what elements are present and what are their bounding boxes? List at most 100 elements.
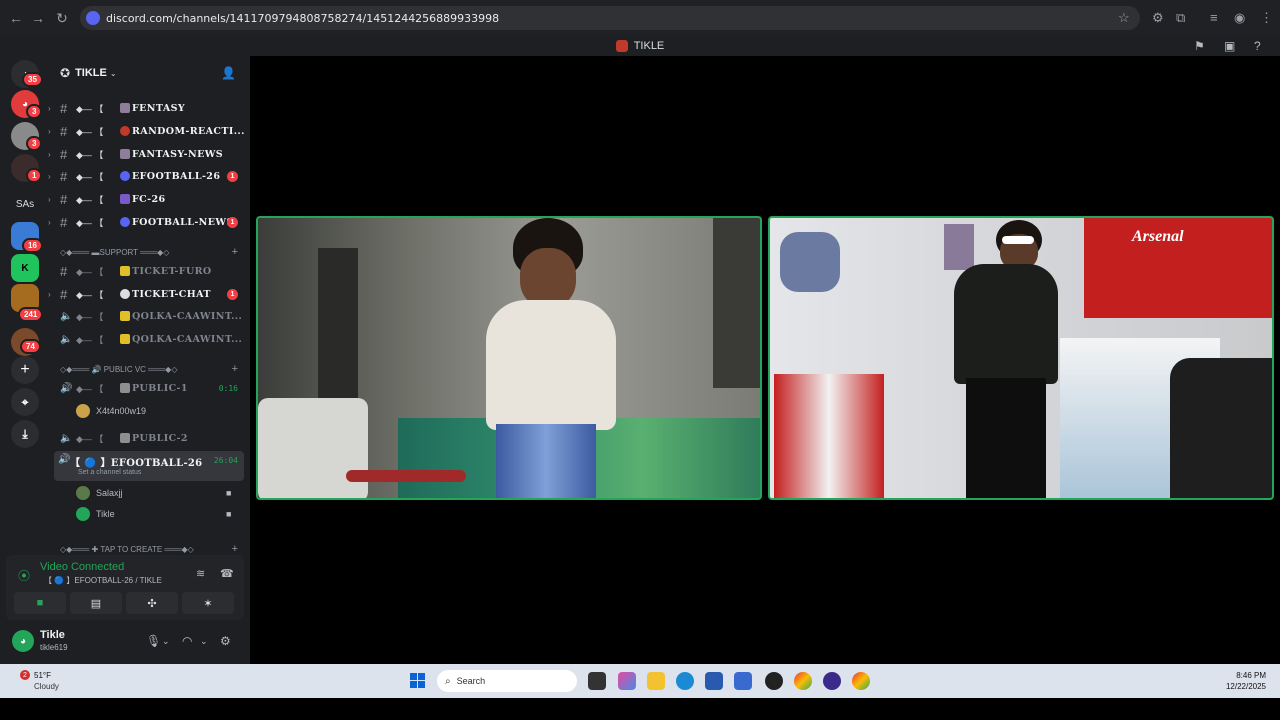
flag-icon[interactable]: ⚑ (1194, 39, 1205, 53)
category-public-vc[interactable]: ◇◆═══ 🔊 PUBLIC VC ═══◆◇ + (60, 362, 246, 376)
soundboard-button[interactable]: ✶ (182, 592, 234, 614)
server-badge: 74 (20, 339, 41, 354)
headphones-icon[interactable]: ◠ (182, 634, 192, 648)
task-view-icon[interactable] (588, 672, 606, 690)
curtain (713, 218, 760, 388)
app-icon[interactable] (765, 672, 783, 690)
category-tap-to-create[interactable]: ◇◆═══ ✚ TAP TO CREATE ═══◆◇ + (60, 542, 246, 556)
server-header[interactable]: ✪ TIKLE ⌄ 👤 (48, 56, 250, 90)
discover-icon[interactable]: ⌖ (11, 388, 39, 416)
voice-channel-public-1[interactable]: 🔊 ◆— 【 PUBLIC-1 0:16 (48, 378, 250, 398)
activities-button[interactable]: ✣ (126, 592, 178, 614)
clock-date[interactable]: 12/22/2025 (1226, 682, 1266, 691)
channel-ticket-furo[interactable]: # ◆— 【 TICKET-FURO (48, 261, 250, 281)
app-icon[interactable] (823, 672, 841, 690)
hash-icon: # (60, 100, 68, 116)
noise-suppression-icon[interactable]: ≋ (196, 567, 205, 580)
download-icon[interactable]: ⤓ (11, 420, 39, 448)
channel-name: 【 🔵 】EFOOTBALL-26 (70, 458, 203, 469)
reload-icon[interactable]: ↻ (50, 6, 74, 30)
channel-prefix: ◆— 【 (76, 334, 104, 345)
menu-icon[interactable]: ⋮ (1260, 10, 1273, 26)
voice-user[interactable]: Salaxjj ■ (76, 484, 231, 502)
avatar[interactable]: ◕ (12, 630, 34, 652)
screen-share-icon: ▤ (90, 597, 102, 610)
category-label: ◇◆═══ ✚ TAP TO CREATE ═══◆◇ (60, 544, 194, 554)
add-server-icon[interactable]: + (11, 356, 39, 384)
windows-start-icon[interactable] (410, 673, 426, 689)
chair-armrest (346, 470, 466, 482)
server-badge: 1 (26, 168, 43, 183)
channel-ticket-chat[interactable]: › # ◆— 【 TICKET-CHAT 1 (48, 284, 250, 304)
add-channel-icon[interactable]: + (232, 543, 238, 555)
settings-gear-icon[interactable]: ⚙ (220, 634, 231, 648)
channel-status[interactable]: Set a channel status (78, 469, 141, 476)
store-icon[interactable] (705, 672, 723, 690)
channel-prefix: ◆— 【 (76, 126, 104, 137)
channel-name: QOLKA-CAAWINT... (132, 310, 243, 322)
channel-efootball[interactable]: › # ◆— 【 EFOOTBALL-26 1 (48, 166, 250, 186)
video-tile-salaxjj[interactable] (256, 216, 762, 500)
chrome-profile-icon[interactable] (852, 672, 870, 690)
outlook-icon[interactable] (734, 672, 752, 690)
media-icon[interactable]: ≡ (1210, 10, 1218, 25)
camera-button[interactable]: ■ (14, 592, 66, 614)
server-kick-icon[interactable]: K (11, 254, 39, 282)
invite-icon[interactable]: 👤 (221, 66, 236, 80)
channel-random[interactable]: › # ◆— 【 RANDOM-REACTI... (48, 121, 250, 141)
weather-temp[interactable]: 51°F (34, 671, 51, 680)
file-explorer-icon[interactable] (647, 672, 665, 690)
voice-user[interactable]: X4t4n00w19 (76, 402, 146, 420)
emoji-icon (120, 266, 130, 276)
category-support[interactable]: ◇◆═══ ▬SUPPORT ═══◆◇ + (60, 245, 246, 259)
taskbar-search[interactable]: ⌕ Search (437, 670, 577, 692)
chevron-down-icon[interactable]: ⌄ (200, 636, 208, 647)
channel-fentasy[interactable]: › # ◆— 【 FENTASY (48, 98, 250, 118)
video-tile-tikle[interactable]: Arsenal (768, 216, 1274, 500)
user-name[interactable]: Tikle (40, 629, 65, 641)
channel-name: EFOOTBALL-26 (132, 170, 221, 182)
voice-channel-public-2[interactable]: 🔈 ◆— 【 PUBLIC-2 (48, 428, 250, 448)
active-voice-channel[interactable]: 🔊 【 🔵 】EFOOTBALL-26 26:04 Set a channel … (54, 451, 244, 481)
caret-icon: › (48, 103, 51, 113)
channel-qolka-1[interactable]: 🔈 ◆— 【 QOLKA-CAAWINT... (48, 306, 250, 326)
add-channel-icon[interactable]: + (232, 363, 238, 375)
bookmark-star-icon[interactable]: ☆ (1118, 10, 1130, 26)
address-bar[interactable]: discord.com/channels/1411709794808758274… (80, 6, 1140, 30)
window-title: TIKLE (633, 40, 665, 52)
puzzle-icon[interactable]: ⧉ (1176, 10, 1185, 26)
channel-football-news[interactable]: › # ◆— 【 FOOTBALL-NEWS 1 (48, 212, 250, 232)
screen-share-button[interactable]: ▤ (70, 592, 122, 614)
forward-icon[interactable]: → (26, 6, 50, 30)
emoji-icon (120, 217, 130, 227)
chevron-down-icon[interactable]: ⌄ (162, 636, 170, 647)
person-pants (496, 424, 596, 498)
disconnect-icon[interactable]: ☎ (220, 567, 234, 580)
server-sas-icon[interactable]: SAs (11, 190, 39, 218)
avatar (76, 507, 90, 521)
clock-time[interactable]: 8:46 PM (1236, 671, 1266, 680)
extension-icon[interactable]: ⚙ (1152, 10, 1164, 26)
profile-icon[interactable]: ◉ (1234, 10, 1245, 26)
hash-icon: # (60, 123, 68, 139)
search-icon: ⌕ (445, 675, 451, 687)
screen-icon[interactable]: ▣ (1224, 39, 1235, 53)
channel-prefix: ◆— 【 (76, 217, 104, 228)
url-text: discord.com/channels/1411709794808758274… (106, 11, 500, 25)
add-channel-icon[interactable]: + (232, 246, 238, 258)
chrome-icon[interactable] (794, 672, 812, 690)
copilot-icon[interactable] (618, 672, 636, 690)
channel-qolka-2[interactable]: 🔈 ◆— 【 QOLKA-CAAWINT... (48, 329, 250, 349)
channel-fc26[interactable]: › # ◆— 【 FC-26 (48, 189, 250, 209)
edge-icon[interactable] (676, 672, 694, 690)
help-icon[interactable]: ? (1254, 39, 1261, 53)
voice-user[interactable]: Tikle ■ (76, 505, 231, 523)
back-icon[interactable]: ← (4, 6, 28, 30)
voice-status: Video Connected (40, 561, 125, 573)
user-tag: tikle619 (40, 643, 68, 652)
weather-desc[interactable]: Cloudy (34, 682, 59, 691)
channel-fantasy-news[interactable]: › # ◆— 【 FANTASY-NEWS (48, 144, 250, 164)
speaker-icon: 🔈 (60, 333, 73, 345)
microphone-icon[interactable]: 🎙 (146, 634, 161, 648)
voice-channel-path[interactable]: 【 🔵 】EFOOTBALL-26 / TIKLE (44, 575, 162, 586)
